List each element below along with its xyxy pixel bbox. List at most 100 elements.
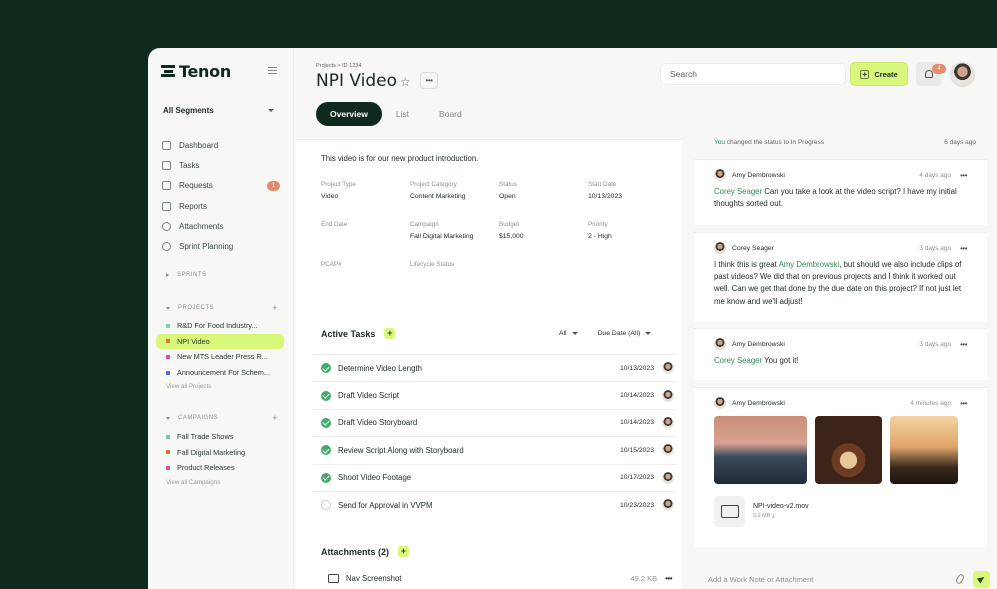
photo-thumbnail[interactable] bbox=[815, 416, 882, 484]
mention[interactable]: Amy Dembrowski bbox=[779, 260, 840, 269]
task-row[interactable]: Review Script Along with Storyboard 10/1… bbox=[312, 436, 676, 463]
paperclip-icon[interactable] bbox=[954, 573, 966, 585]
assignee-avatar bbox=[662, 471, 674, 484]
tab-board[interactable]: Board bbox=[439, 109, 462, 119]
sidebar-item-reports[interactable]: Reports bbox=[162, 196, 280, 216]
photo-thumbnail[interactable] bbox=[714, 416, 807, 484]
photo-thumbnail[interactable] bbox=[890, 416, 958, 484]
field-priority[interactable]: Priority 2 - High bbox=[588, 221, 677, 261]
sidebar-item-project[interactable]: R&D For Food Industry... bbox=[156, 318, 284, 334]
add-project-icon[interactable]: + bbox=[272, 303, 278, 313]
add-task-button[interactable]: + bbox=[384, 328, 396, 339]
empty-circle-icon[interactable] bbox=[321, 500, 331, 511]
assignee-filter[interactable]: All bbox=[559, 330, 578, 337]
send-button[interactable] bbox=[973, 570, 990, 588]
field-campaign[interactable]: Campaign Fall Digital Marketing bbox=[410, 221, 499, 261]
task-row[interactable]: Send for Approval in VVPM 10/23/2023 bbox=[312, 490, 676, 518]
field-lifecycle-status[interactable]: Lifecycle Status bbox=[410, 261, 499, 301]
hamburger-menu-icon[interactable] bbox=[268, 67, 277, 74]
sidebar-item-campaign[interactable]: Fall Digital Marketing bbox=[156, 445, 284, 461]
assignee-avatar bbox=[662, 499, 674, 512]
tab-list[interactable]: List bbox=[396, 109, 409, 119]
more-icon[interactable]: ••• bbox=[960, 399, 967, 408]
task-row[interactable]: Shoot Video Footage 10/17/2023 bbox=[312, 463, 676, 491]
mention[interactable]: Corey Seager bbox=[714, 356, 762, 365]
field-budget[interactable]: Budget $15,000 bbox=[499, 221, 588, 261]
field-status[interactable]: Status Open bbox=[499, 181, 588, 221]
view-all-campaigns-link[interactable]: View all Campaigns bbox=[156, 476, 284, 489]
send-icon bbox=[976, 574, 987, 584]
sprints-section-toggle[interactable]: SPRINTS bbox=[166, 272, 278, 278]
sidebar-item-project[interactable]: New MTS Leader Press R... bbox=[156, 349, 284, 365]
due-date-filter[interactable]: Due Date (All) bbox=[598, 330, 652, 337]
field-value: $15,000 bbox=[499, 233, 524, 240]
field-label: Start Date bbox=[588, 181, 617, 188]
field-project-category[interactable]: Project Category Content Marketing bbox=[410, 181, 499, 221]
star-icon[interactable]: ☆ bbox=[400, 75, 411, 89]
add-attachment-button[interactable]: + bbox=[398, 546, 410, 557]
projects-section-toggle[interactable]: PROJECTS + bbox=[166, 303, 278, 313]
color-dot bbox=[166, 465, 170, 470]
sidebar-item-label: Requests bbox=[179, 181, 213, 191]
add-campaign-icon[interactable]: + bbox=[272, 413, 278, 423]
comment-author: Amy Dembrowski bbox=[732, 399, 785, 407]
comment: Amy Dembrowski 4 days ago ••• Corey Seag… bbox=[694, 159, 987, 225]
task-row[interactable]: Draft Video Storyboard 10/14/2023 bbox=[312, 408, 676, 436]
tab-overview[interactable]: Overview bbox=[316, 102, 382, 126]
sidebar-item-sprint-planning[interactable]: Sprint Planning bbox=[162, 236, 280, 256]
mention[interactable]: Corey Seager bbox=[714, 187, 762, 196]
field-row: End Date Campaign Fall Digital Marketing … bbox=[321, 221, 681, 261]
sidebar-item-campaign[interactable]: Product Releases bbox=[156, 460, 284, 476]
field-pcap[interactable]: PCAP# bbox=[321, 261, 410, 301]
check-circle-icon[interactable] bbox=[321, 417, 331, 428]
more-icon[interactable]: ••• bbox=[665, 574, 672, 583]
sidebar-item-campaign[interactable]: Fall Trade Shows bbox=[156, 429, 284, 445]
color-dot bbox=[166, 354, 170, 359]
more-icon[interactable]: ••• bbox=[960, 244, 967, 253]
campaigns-section-toggle[interactable]: CAMPAIGNS + bbox=[166, 413, 278, 423]
user-avatar[interactable] bbox=[950, 62, 975, 87]
section-title: Attachments (2) bbox=[321, 547, 389, 557]
comment-text: You got it! bbox=[762, 356, 799, 365]
check-circle-icon[interactable] bbox=[321, 390, 331, 401]
chevron-right-icon bbox=[166, 273, 169, 277]
logo[interactable]: Tenon bbox=[161, 62, 231, 81]
sidebar-item-requests[interactable]: Requests 1 bbox=[162, 176, 280, 196]
sidebar-item-attachments[interactable]: Attachments bbox=[162, 216, 280, 236]
color-dot bbox=[166, 434, 170, 439]
sidebar-item-project-active[interactable]: NPI Video bbox=[156, 333, 284, 350]
color-dot bbox=[166, 323, 170, 328]
sidebar-item-tasks[interactable]: Tasks bbox=[162, 155, 280, 175]
more-options-button[interactable]: ••• bbox=[420, 72, 438, 89]
field-project-type[interactable]: Project Type Video bbox=[321, 181, 410, 221]
check-circle-icon[interactable] bbox=[321, 445, 331, 456]
document-icon bbox=[162, 201, 171, 211]
search-input[interactable]: Search bbox=[660, 63, 846, 85]
field-label: Campaign bbox=[410, 221, 439, 228]
view-all-projects-link[interactable]: View all Projects bbox=[156, 380, 284, 393]
composer-placeholder: Add a Work Note or Attachment bbox=[708, 574, 814, 584]
sidebar-item-label: Reports bbox=[179, 201, 208, 211]
task-row[interactable]: Draft Video Script 10/14/2023 bbox=[312, 381, 676, 408]
attachment-size: 49.2 KB bbox=[630, 573, 658, 583]
assignee-avatar bbox=[662, 444, 674, 457]
breadcrumb[interactable]: Projects > ID 1234 bbox=[316, 63, 361, 69]
more-icon[interactable]: ••• bbox=[960, 171, 967, 180]
attachment-row[interactable]: Nav Screenshot 49.2 KB ••• bbox=[318, 569, 672, 587]
work-note-composer[interactable]: Add a Work Note or Attachment bbox=[700, 568, 990, 589]
more-icon[interactable]: ••• bbox=[960, 340, 967, 349]
sidebar-item-dashboard[interactable]: Dashboard bbox=[162, 135, 280, 155]
project-list: R&D For Food Industry... NPI Video New M… bbox=[156, 318, 284, 393]
download-icon[interactable]: ⤓ bbox=[772, 513, 774, 519]
comment: Amy Dembrowski 4 minutes ago ••• NPI-vid… bbox=[694, 387, 987, 547]
sidebar: Tenon All Segments Dashboard Tasks Reque… bbox=[148, 48, 294, 589]
field-start-date[interactable]: Start Date 10/13/2023 bbox=[588, 181, 677, 221]
field-end-date[interactable]: End Date bbox=[321, 221, 410, 261]
task-row[interactable]: Determine Video Length 10/13/2023 bbox=[312, 354, 676, 381]
check-circle-icon[interactable] bbox=[321, 472, 331, 483]
segment-select[interactable]: All Segments bbox=[156, 101, 280, 119]
check-circle-icon[interactable] bbox=[321, 363, 331, 374]
create-button[interactable]: + Create bbox=[850, 62, 908, 86]
file-attachment[interactable]: NPI-video-v2.mov 3.2 MB ⤓ bbox=[714, 496, 967, 527]
sidebar-item-project[interactable]: Announcement For Schem... bbox=[156, 365, 284, 381]
